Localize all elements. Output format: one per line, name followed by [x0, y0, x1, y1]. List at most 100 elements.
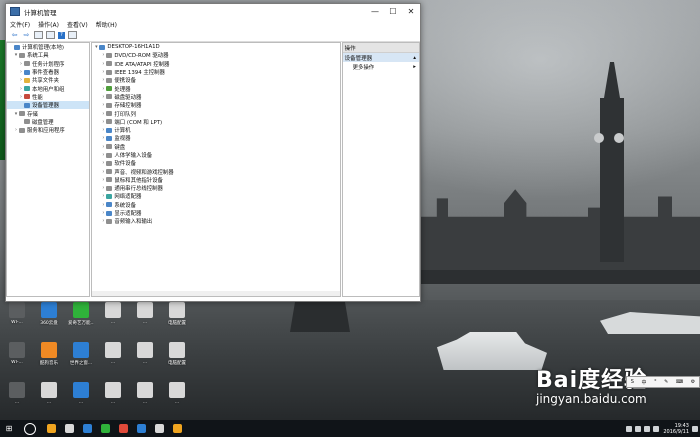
tree-item[interactable]: 计算机管理(本地) — [7, 43, 89, 51]
up-folder-icon[interactable] — [34, 31, 43, 39]
ime-icon[interactable]: S — [631, 379, 634, 385]
menu-file[interactable]: 文件(F) — [10, 20, 30, 29]
device-category[interactable]: › 系统设备 — [92, 201, 339, 209]
device-category[interactable]: › 计算机 — [92, 126, 339, 134]
desktop-shortcut[interactable]: ... — [132, 302, 158, 325]
desktop-shortcut[interactable]: 360云盘 — [36, 302, 62, 326]
tree-item[interactable]: › 事件查看器 — [7, 68, 89, 76]
start-button[interactable]: ⊞ — [0, 420, 18, 437]
shortcut-label: ... — [110, 320, 116, 325]
ime-mic-icon[interactable]: ✎ — [664, 379, 668, 385]
menu-help[interactable]: 帮助(H) — [96, 20, 117, 29]
device-category[interactable]: › 监视器 — [92, 134, 339, 142]
device-category[interactable]: › 音频输入和输出 — [92, 217, 339, 225]
device-category[interactable]: › 键盘 — [92, 143, 339, 151]
back-arrow-icon[interactable]: ⇦ — [10, 31, 19, 39]
notification-icon[interactable] — [692, 425, 698, 432]
taskbar-app[interactable] — [114, 420, 132, 437]
desktop-shortcut[interactable]: 电脑配置 — [164, 302, 190, 326]
maximize-button[interactable]: ☐ — [384, 4, 402, 19]
desktop-shortcut[interactable]: ... — [100, 302, 126, 325]
tree-item[interactable]: ▾ 系统工具 — [7, 51, 89, 59]
device-root[interactable]: ▾ DESKTOP-16H1A1D — [92, 43, 339, 51]
show-hide-tree-icon[interactable] — [46, 31, 55, 39]
device-category[interactable]: › 软件设备 — [92, 159, 339, 167]
tree-item[interactable]: › 性能 — [7, 93, 89, 101]
horizontal-scrollbar[interactable] — [92, 291, 340, 296]
desktop-shortcut[interactable]: ... — [100, 382, 126, 405]
device-category[interactable]: › 处理器 — [92, 84, 339, 93]
minimize-button[interactable]: — — [366, 4, 384, 19]
device-tree[interactable]: ▾ DESKTOP-16H1A1D › DVD/CD-ROM 驱动器 › IDE AT… — [91, 42, 341, 297]
taskbar-app[interactable] — [78, 420, 96, 437]
desktop-shortcut[interactable]: 电脑配置 — [164, 342, 190, 366]
cortana-icon[interactable] — [24, 422, 36, 435]
tree-item[interactable]: › 本地用户和组 — [7, 84, 89, 93]
taskbar-app[interactable] — [132, 420, 150, 437]
ime-mode-icon[interactable]: 中 — [642, 379, 647, 386]
desktop-shortcut[interactable]: ... — [100, 342, 126, 365]
ime-tray-icon[interactable] — [653, 425, 660, 432]
ime-keyboard-icon[interactable]: ⌨ — [676, 379, 683, 385]
help-icon[interactable]: ? — [58, 31, 65, 39]
device-category[interactable]: › 鼠标和其他指针设备 — [92, 176, 339, 184]
tree-item[interactable]: › 共享文件夹 — [7, 76, 89, 84]
taskbar-app[interactable] — [96, 420, 114, 437]
device-category[interactable]: › 声音、视频和游戏控制器 — [92, 167, 339, 176]
menu-action[interactable]: 操作(A) — [38, 20, 59, 29]
clock[interactable]: 19:43 2016/9/11 — [663, 423, 689, 435]
desktop-shortcut[interactable]: WI-... — [4, 302, 30, 325]
desktop-shortcut[interactable]: 酷狗音乐 — [36, 342, 62, 366]
device-category[interactable]: › 人体学输入设备 — [92, 151, 339, 159]
network-adapter-icon — [106, 193, 113, 199]
device-category[interactable]: › 通用串行总线控制器 — [92, 184, 339, 192]
device-category-label: 声音、视频和游戏控制器 — [114, 169, 174, 176]
desktop-shortcut[interactable]: 爱奇艺万能... — [68, 302, 94, 326]
ime-settings-icon[interactable]: ⚙ — [691, 379, 695, 385]
desktop-shortcut[interactable]: ... — [68, 382, 94, 405]
device-category[interactable]: › 显示适配器 — [92, 209, 339, 217]
desktop-shortcut[interactable]: ... — [4, 382, 30, 405]
tree-item[interactable]: › 任务计划程序 — [7, 60, 89, 68]
title-bar[interactable]: 计算机管理 — ☐ ✕ — [6, 4, 420, 19]
menu-view[interactable]: 查看(V) — [67, 20, 88, 29]
desktop-shortcut[interactable]: WI-... — [4, 342, 30, 365]
desktop-shortcut[interactable]: ... — [164, 382, 190, 405]
network-icon[interactable] — [635, 425, 642, 432]
device-category[interactable]: › 便携设备 — [92, 76, 339, 84]
device-category[interactable]: › 网络适配器 — [92, 192, 339, 200]
tray-up-icon[interactable] — [626, 425, 633, 432]
shared-folder-icon — [24, 77, 30, 83]
taskbar-app[interactable] — [60, 420, 78, 437]
shortcut-icon — [9, 342, 25, 358]
navigation-tree[interactable]: 计算机管理(本地) ▾ 系统工具 › 任务计划程序 › 事件查看器 › 共享文件夹 › 本地用户和组… — [6, 42, 91, 297]
device-category[interactable]: › 存储控制器 — [92, 101, 339, 109]
device-category[interactable]: › 磁盘驱动器 — [92, 93, 339, 101]
device-category[interactable]: › IDE ATA/ATAPI 控制器 — [92, 60, 339, 68]
device-category[interactable]: › 打印队列 — [92, 109, 339, 118]
taskbar-app[interactable] — [42, 420, 60, 437]
close-button[interactable]: ✕ — [402, 4, 420, 19]
tree-item[interactable]: 磁盘管理 — [7, 118, 89, 126]
properties-icon[interactable] — [68, 31, 77, 39]
actions-section[interactable]: 设备管理器 ▴ — [342, 53, 419, 62]
desktop-shortcut[interactable]: 世界之窗... — [68, 342, 94, 366]
taskbar-app[interactable] — [168, 420, 186, 437]
tree-item[interactable]: › 服务和应用程序 — [7, 126, 89, 134]
collapse-up-icon[interactable]: ▴ — [413, 55, 416, 61]
taskbar-app[interactable] — [150, 420, 168, 437]
desktop-shortcut[interactable]: ... — [36, 382, 62, 405]
tree-item[interactable]: ▾ 存储 — [7, 109, 89, 118]
desktop-shortcut[interactable]: ... — [132, 342, 158, 365]
device-category[interactable]: › 端口 (COM 和 LPT) — [92, 118, 339, 126]
forward-arrow-icon[interactable]: ⇨ — [22, 31, 31, 39]
computer-management-window[interactable]: 计算机管理 — ☐ ✕ 文件(F) 操作(A) 查看(V) 帮助(H) ⇦ ⇨ … — [5, 3, 421, 302]
device-category[interactable]: › DVD/CD-ROM 驱动器 — [92, 51, 339, 59]
more-actions[interactable]: 更多操作 ▸ — [343, 62, 419, 71]
desktop-shortcut[interactable]: ... — [132, 382, 158, 405]
device-category[interactable]: › IEEE 1394 主控制器 — [92, 68, 339, 76]
tree-item[interactable]: 设备管理器 — [7, 101, 90, 110]
ime-punct-icon[interactable]: ° — [654, 379, 657, 385]
ime-toolbar[interactable]: S 中 ° ✎ ⌨ ⚙ — [626, 376, 700, 388]
volume-icon[interactable] — [644, 425, 651, 432]
